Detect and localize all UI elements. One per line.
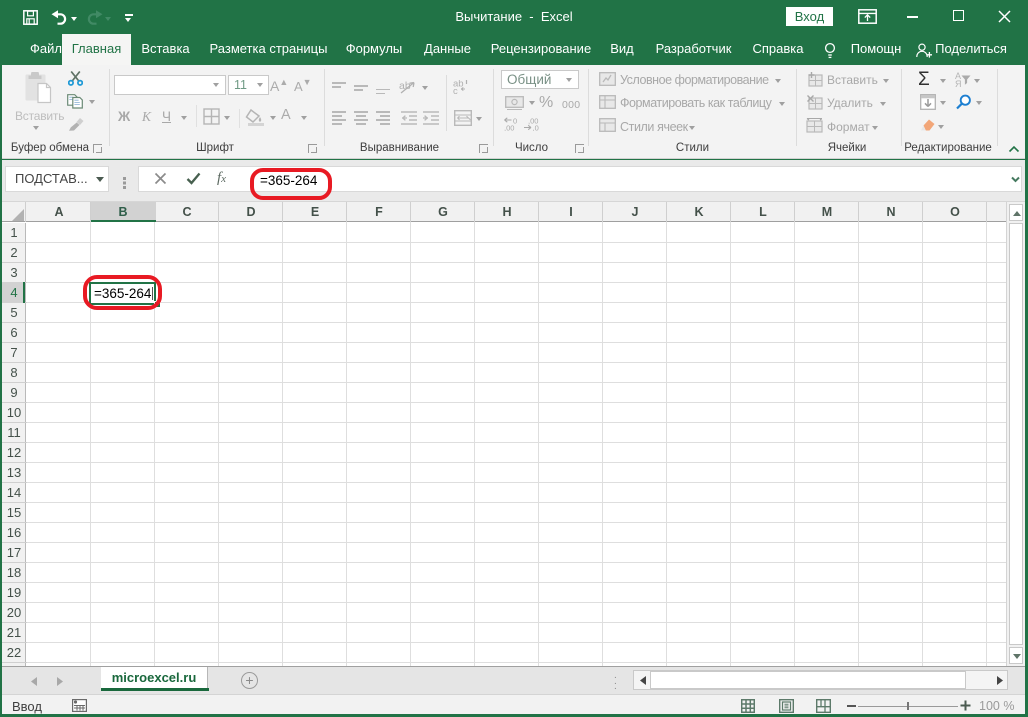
svg-text:,0: ,0 xyxy=(533,124,539,132)
svg-text:,00: ,00 xyxy=(504,124,514,132)
svg-text:c: c xyxy=(453,86,458,94)
